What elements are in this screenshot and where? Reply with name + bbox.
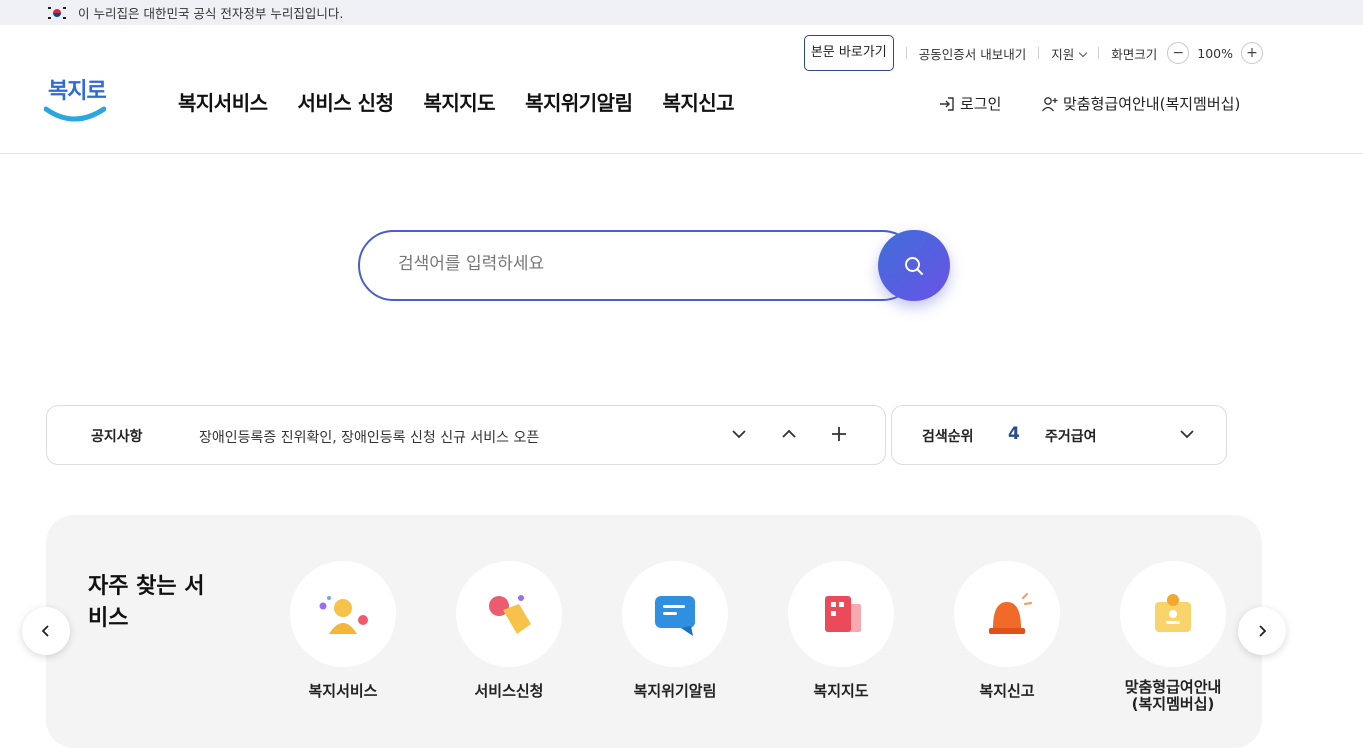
notice-next-button[interactable] (728, 423, 750, 445)
chevron-right-icon (1259, 625, 1267, 637)
gov-banner: 이 누리집은 대한민국 공식 전자정부 누리집입니다. (0, 0, 1363, 25)
fav-item-crisis-alert[interactable]: 복지위기알림 (605, 561, 745, 700)
nav-item-welfare-map[interactable]: 복지지도 (423, 87, 495, 116)
notice-more-button[interactable] (828, 423, 850, 445)
nav-item-welfare-service[interactable]: 복지서비스 (178, 87, 268, 116)
nav-item-service-apply[interactable]: 서비스 신청 (298, 87, 394, 116)
membership-label: 맞춤형급여안내(복지멤버십) (1063, 95, 1241, 113)
korean-flag-icon (48, 6, 66, 19)
login-link[interactable]: 로그인 (938, 93, 1001, 114)
header: 본문 바로가기 공동인증서 내보내기 지원 화면크기 − 100% + 복지로 … (0, 25, 1363, 154)
fav-item-label: 복지지도 (813, 682, 869, 700)
carousel-next-button[interactable] (1238, 607, 1286, 655)
search-area (358, 230, 950, 301)
chevron-down-icon (1078, 48, 1088, 57)
zoom-out-button[interactable]: − (1167, 42, 1190, 64)
support-dropdown[interactable]: 지원 (1051, 44, 1088, 63)
search-icon (905, 256, 923, 275)
cert-export-link[interactable]: 공동인증서 내보내기 (919, 44, 1026, 63)
search-box (358, 230, 918, 301)
siren-icon (989, 592, 1033, 634)
fav-item-label: 서비스신청 (474, 682, 544, 700)
ranking-expand-button[interactable] (1176, 423, 1198, 445)
fav-item-service-apply[interactable]: 서비스신청 (439, 561, 579, 700)
logo-smile-icon (44, 106, 106, 122)
nav-item-welfare-report[interactable]: 복지신고 (662, 87, 734, 116)
search-ranking[interactable]: 검색순위 4 주거급여 (891, 405, 1227, 465)
zoom-value: 100% (1197, 45, 1233, 61)
fav-item-label: 복지서비스 (308, 682, 378, 700)
carousel-prev-button[interactable] (22, 607, 70, 655)
utility-bar: 본문 바로가기 공동인증서 내보내기 지원 화면크기 − 100% + (803, 35, 1263, 71)
fav-item-welfare-report[interactable]: 복지신고 (937, 561, 1077, 700)
main-nav: 복지서비스 서비스 신청 복지지도 복지위기알림 복지신고 (178, 87, 764, 116)
favorite-services-title: 자주 찾는 서비스 (88, 574, 205, 631)
fav-item-label: 복지신고 (979, 682, 1035, 700)
ranking-number: 4 (1008, 424, 1020, 444)
nav-item-crisis-alert[interactable]: 복지위기알림 (525, 87, 633, 116)
fav-item-label: 복지위기알림 (633, 682, 717, 700)
notice-prev-button[interactable] (778, 423, 800, 445)
divider (905, 47, 907, 59)
gov-banner-text: 이 누리집은 대한민국 공식 전자정부 누리집입니다. (78, 6, 344, 21)
search-button[interactable] (878, 230, 950, 301)
user-plus-icon (1041, 96, 1058, 111)
divider (1038, 47, 1040, 59)
favorite-services-panel: 자주 찾는 서비스 복지서비스 서비스신청 복지위기알림 복지지도 복지신고 맞… (46, 515, 1262, 748)
skip-to-content-button[interactable]: 본문 바로가기 (803, 35, 894, 71)
plus-icon (832, 427, 846, 441)
ranking-label: 검색순위 (922, 429, 974, 445)
notice-bar: 공지사항 장애인등록증 진위확인, 장애인등록 신청 신규 서비스 오픈 (46, 405, 886, 465)
logo[interactable]: 복지로 (44, 73, 107, 127)
chevron-left-icon (41, 625, 49, 637)
hand-click-icon (489, 595, 531, 634)
fav-item-label: 맞춤형급여안내 (복지멤버십) (1124, 678, 1222, 713)
fav-item-welfare-service[interactable]: 복지서비스 (273, 561, 413, 700)
support-label: 지원 (1051, 46, 1075, 62)
zoom-label: 화면크기 (1111, 46, 1158, 62)
ranking-keyword[interactable]: 주거급여 (1045, 426, 1097, 446)
message-icon (655, 596, 695, 636)
login-icon (940, 96, 954, 111)
fav-item-membership[interactable]: 맞춤형급여안내 (복지멤버십) (1103, 561, 1243, 713)
id-badge-icon (1155, 594, 1191, 632)
login-label: 로그인 (960, 95, 1002, 113)
chevron-up-icon (782, 429, 796, 438)
fav-item-welfare-map[interactable]: 복지지도 (771, 561, 911, 700)
notice-label: 공지사항 (91, 429, 143, 445)
membership-link[interactable]: 맞춤형급여안내(복지멤버십) (1041, 93, 1240, 114)
chevron-down-icon (732, 430, 746, 439)
map-building-icon (825, 596, 861, 632)
chevron-down-icon (1180, 430, 1194, 439)
zoom-in-button[interactable]: + (1241, 42, 1263, 64)
search-input[interactable] (398, 254, 838, 274)
notice-text[interactable]: 장애인등록증 진위확인, 장애인등록 신청 신규 서비스 오픈 (199, 427, 539, 447)
divider (1098, 47, 1100, 59)
person-icon (319, 596, 368, 634)
